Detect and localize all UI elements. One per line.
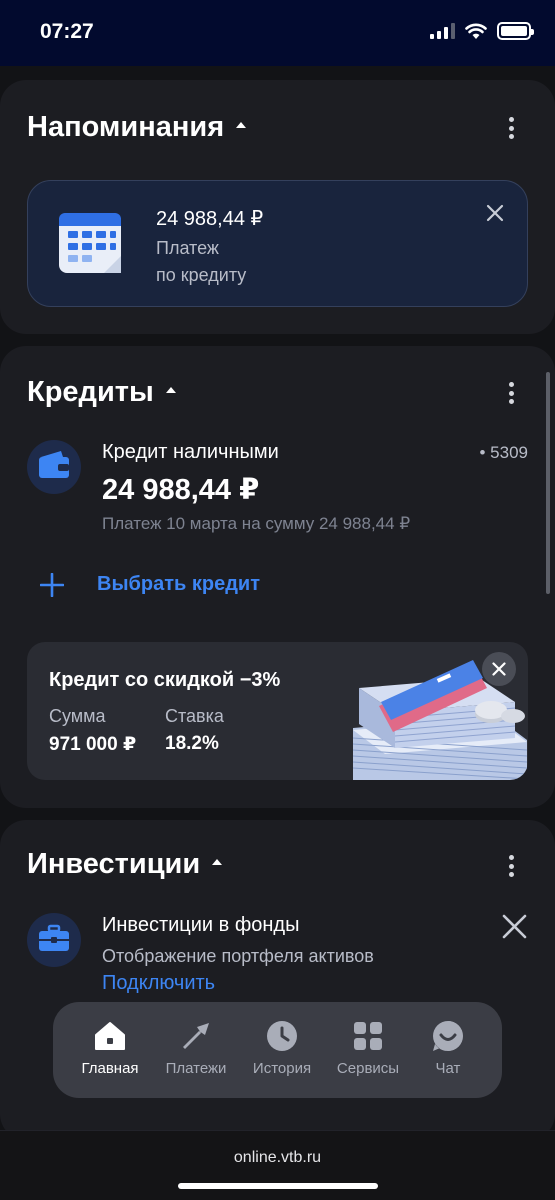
promo-rate-value: 18.2%: [165, 733, 219, 754]
promo-close-button[interactable]: [482, 652, 516, 686]
credit-name: Кредит наличными: [102, 441, 279, 463]
nav-label-services: Сервисы: [336, 1060, 400, 1077]
nav-item-chat[interactable]: Чат: [405, 1018, 491, 1077]
promo-rate-label: Ставка: [165, 706, 224, 726]
nav-item-payments[interactable]: Платежи: [153, 1018, 239, 1077]
reminders-title-text: Напоминания: [27, 111, 225, 143]
investments-item-title: Инвестиции в фонды: [102, 914, 300, 936]
nav-label-payments: Платежи: [165, 1060, 227, 1077]
credit-account-number: • 5309: [479, 443, 529, 462]
scrollbar[interactable]: [546, 372, 550, 594]
close-icon[interactable]: [502, 914, 527, 939]
credits-card: Кредиты Кредит наличными • 5309 24 988,4…: [0, 346, 555, 808]
bottom-navigation: Главная Платежи История Сервисы Чат: [53, 1002, 502, 1098]
promo-sum-value: 971 000 ₽: [49, 734, 137, 755]
wifi-icon: [465, 23, 487, 39]
nav-label-home: Главная: [81, 1060, 139, 1077]
credit-amount: 24 988,44 ₽: [102, 474, 260, 506]
battery-icon: [497, 22, 534, 40]
clock-icon: [264, 1018, 300, 1054]
reminder-description-line2: по кредиту: [156, 265, 247, 285]
briefcase-icon: [27, 913, 81, 967]
close-icon: [492, 662, 506, 676]
wallet-icon: [27, 440, 81, 494]
reminders-card: Напоминания 24 988,44 ₽ Платеж по кредит…: [0, 80, 555, 334]
choose-credit-label: Выбрать кредит: [97, 573, 260, 595]
chat-icon: [430, 1018, 466, 1054]
reminder-description-line1: Платеж: [156, 238, 219, 258]
investments-title[interactable]: Инвестиции: [27, 848, 223, 881]
cellular-signal-icon: [430, 23, 455, 39]
promo-title: Кредит со скидкой −3%: [49, 669, 281, 691]
promo-sum-label: Сумма: [49, 706, 106, 726]
collapse-caret-icon: [236, 122, 247, 129]
url-text[interactable]: online.vtb.ru: [0, 1149, 555, 1167]
credit-payment-info: Платеж 10 марта на сумму 24 988,44 ₽: [102, 514, 411, 533]
reminder-item[interactable]: 24 988,44 ₽ Платеж по кредиту: [27, 180, 528, 307]
reminders-more-icon[interactable]: [501, 114, 521, 142]
collapse-caret-icon: [212, 859, 223, 866]
close-icon[interactable]: [486, 204, 504, 222]
payments-arrow-icon: [178, 1018, 214, 1054]
nav-label-chat: Чат: [435, 1060, 461, 1077]
status-bar: 07:27: [0, 0, 555, 66]
calendar-icon: [59, 213, 121, 273]
status-icons: [430, 22, 534, 40]
connect-link[interactable]: Подключить: [102, 972, 215, 995]
status-time: 07:27: [40, 20, 94, 43]
credit-item[interactable]: Кредит наличными • 5309 24 988,44 ₽ Плат…: [0, 346, 555, 546]
plus-icon: [40, 573, 64, 597]
browser-url-bar[interactable]: online.vtb.ru: [0, 1130, 555, 1200]
nav-item-services[interactable]: Сервисы: [325, 1018, 411, 1077]
grid-icon: [350, 1018, 386, 1054]
home-indicator[interactable]: [178, 1183, 378, 1189]
reminders-title[interactable]: Напоминания: [27, 111, 247, 144]
choose-credit-button[interactable]: Выбрать кредит: [27, 561, 327, 605]
reminder-amount: 24 988,44 ₽: [156, 208, 264, 230]
investments-more-icon[interactable]: [501, 852, 521, 880]
nav-label-history: История: [252, 1060, 312, 1077]
investments-item-subtitle: Отображение портфеля активов: [102, 946, 374, 966]
investments-title-text: Инвестиции: [27, 848, 201, 880]
nav-item-history[interactable]: История: [239, 1018, 325, 1077]
home-icon: [92, 1018, 128, 1054]
credit-promo-banner[interactable]: Кредит со скидкой −3% Сумма 971 000 ₽ Ст…: [27, 642, 528, 780]
nav-item-home[interactable]: Главная: [67, 1018, 153, 1077]
